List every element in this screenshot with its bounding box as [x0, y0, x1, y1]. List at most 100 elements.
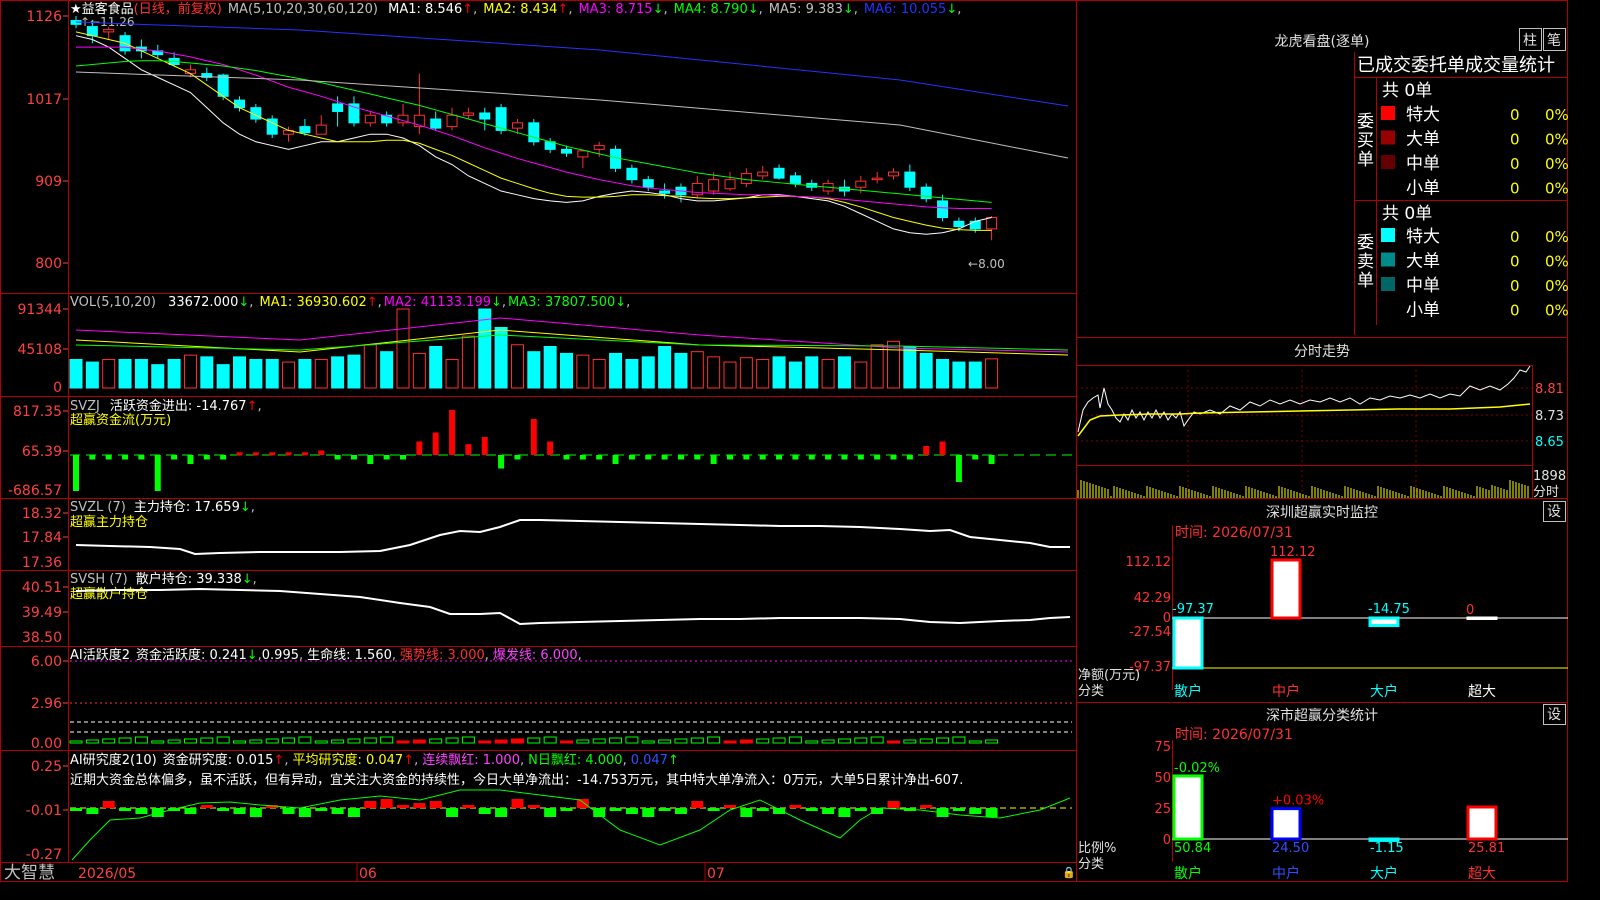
volume-bar [707, 356, 721, 389]
monitor-title: 深圳超赢实时监控 [1266, 504, 1378, 521]
x-label: 07 [707, 866, 725, 882]
research-bar [838, 808, 851, 817]
activity-bar [952, 736, 966, 744]
flow-bar [579, 455, 586, 460]
research-bars [70, 799, 998, 817]
row-pct: 0% [1545, 155, 1568, 173]
monitor-bar [1368, 616, 1400, 628]
flow-bar [383, 455, 390, 460]
svsh-tick: 39.49 [22, 605, 62, 621]
research-bar [773, 808, 786, 814]
lock-icon[interactable]: 🔒 [1062, 866, 1076, 879]
candle-body [855, 180, 867, 188]
activity-bar [739, 739, 753, 744]
volume-bar [723, 361, 737, 389]
flow-bar [563, 455, 570, 460]
volume-bar [510, 344, 524, 389]
volume-bar [625, 358, 639, 389]
x-label: 2026/05 [78, 866, 136, 882]
price-header: ★益客食品(日线，前复权) MA(5,10,20,30,60,120) MA1: … [70, 1, 961, 17]
candle-body [626, 167, 638, 181]
research-bar [887, 801, 900, 808]
flow-bar [187, 455, 194, 464]
y-axis-labels: 1126 1017 909 800 91344 45108 0 817.35 6… [8, 9, 62, 863]
row-swatch [1381, 155, 1395, 169]
flow-bar [105, 455, 112, 460]
volume-bar [985, 358, 999, 389]
flow-bar [301, 452, 308, 456]
candle-body [904, 171, 916, 188]
activity-bar [347, 738, 361, 744]
flow-bar [481, 437, 488, 455]
classify-cat-label: 超大 [1468, 866, 1496, 882]
volume-bar [249, 358, 263, 389]
sell-rows: 特大 0 0% 大单 0 0% 中单 0 0% 小单 0 0% [1381, 227, 1569, 321]
svg-text:柱: 柱 [1523, 33, 1537, 49]
flow-bar [138, 455, 145, 460]
research-bar [674, 808, 687, 814]
ai-comment: 近期大资金总体偏多，虽不活跃，但有异动，宜关注大资金的持续性，今日大单净流出：-… [70, 772, 963, 788]
ai-tick: 2.96 [31, 696, 62, 712]
ai-tick: 6.00 [31, 654, 62, 670]
activity-bar [658, 739, 672, 744]
ma-value: MA6: 10.055 [864, 2, 946, 17]
flow-bar [743, 455, 750, 460]
volume-bar [739, 357, 753, 389]
vol-tick: 0 [53, 380, 62, 396]
row-name: 小单 [1406, 301, 1440, 321]
monitor-cat-label: 散户 [1174, 683, 1202, 700]
intraday-price-line [1077, 365, 1531, 433]
classify-cat-label: 散户 [1174, 865, 1202, 882]
research-bar [70, 808, 82, 811]
intraday-grid [1076, 365, 1532, 498]
bar-mode-button[interactable]: 柱 [1519, 28, 1542, 51]
monitor-settings-button[interactable]: 设 [1543, 501, 1566, 522]
monitor-bar [1466, 616, 1498, 620]
research-bar [298, 808, 311, 817]
flow-bar [792, 455, 799, 460]
research-bar [952, 808, 965, 811]
volume-bar [445, 358, 459, 389]
research-bar [282, 808, 295, 814]
activity-bar [919, 738, 933, 744]
volume-bar [380, 351, 394, 389]
activity-bar [494, 739, 508, 744]
flow-bar [252, 452, 259, 456]
ai2-tick: -0.27 [26, 847, 62, 863]
research-bar [691, 801, 704, 808]
intraday-avg-line [1077, 403, 1531, 437]
research-bar [102, 801, 115, 808]
svg-text:单: 单 [1357, 150, 1374, 170]
row-pct: 0% [1545, 253, 1568, 271]
flow-bar [661, 455, 668, 460]
svzl-tick: 18.32 [22, 506, 62, 522]
volume-bar [102, 358, 116, 389]
activity-bar [167, 739, 181, 744]
flow-bar [367, 455, 374, 464]
classify-settings-button[interactable]: 设 [1543, 704, 1566, 725]
activity-bar [674, 738, 688, 744]
classify-value: 50.84 [1174, 841, 1211, 856]
tick-mode-button[interactable]: 笔 [1543, 28, 1566, 51]
chart-mode: (日线，前复权) [134, 1, 222, 17]
activity-bar [592, 738, 606, 744]
flow-bar [400, 455, 406, 460]
research-line [71, 789, 1071, 861]
classify-bars: -0.02% 50.84 散户 +0.03% 24.50 中户 -1.15 大户 25.81 超大 [1172, 761, 1505, 882]
svzl-tick: 17.84 [22, 530, 62, 546]
candle-body [332, 103, 344, 112]
activity-bar [560, 740, 573, 744]
activity-bar [298, 736, 312, 744]
y-axis-tickmarks [63, 15, 68, 811]
research-bar [805, 808, 818, 811]
flow-bar [890, 455, 897, 460]
research-bar [871, 808, 884, 814]
row-pct: 0% [1545, 180, 1568, 198]
row-name: 小单 [1406, 179, 1440, 199]
volume-bar [331, 356, 345, 389]
monitor-ticks: 112.12 42.29 0 -27.54 -97.37 [1126, 555, 1172, 675]
research-bar [789, 805, 802, 808]
research-bar [854, 808, 867, 811]
svzj-subtitle: 超赢资金流(万元) [70, 412, 171, 428]
ma-arrow: ↑ [557, 2, 568, 17]
